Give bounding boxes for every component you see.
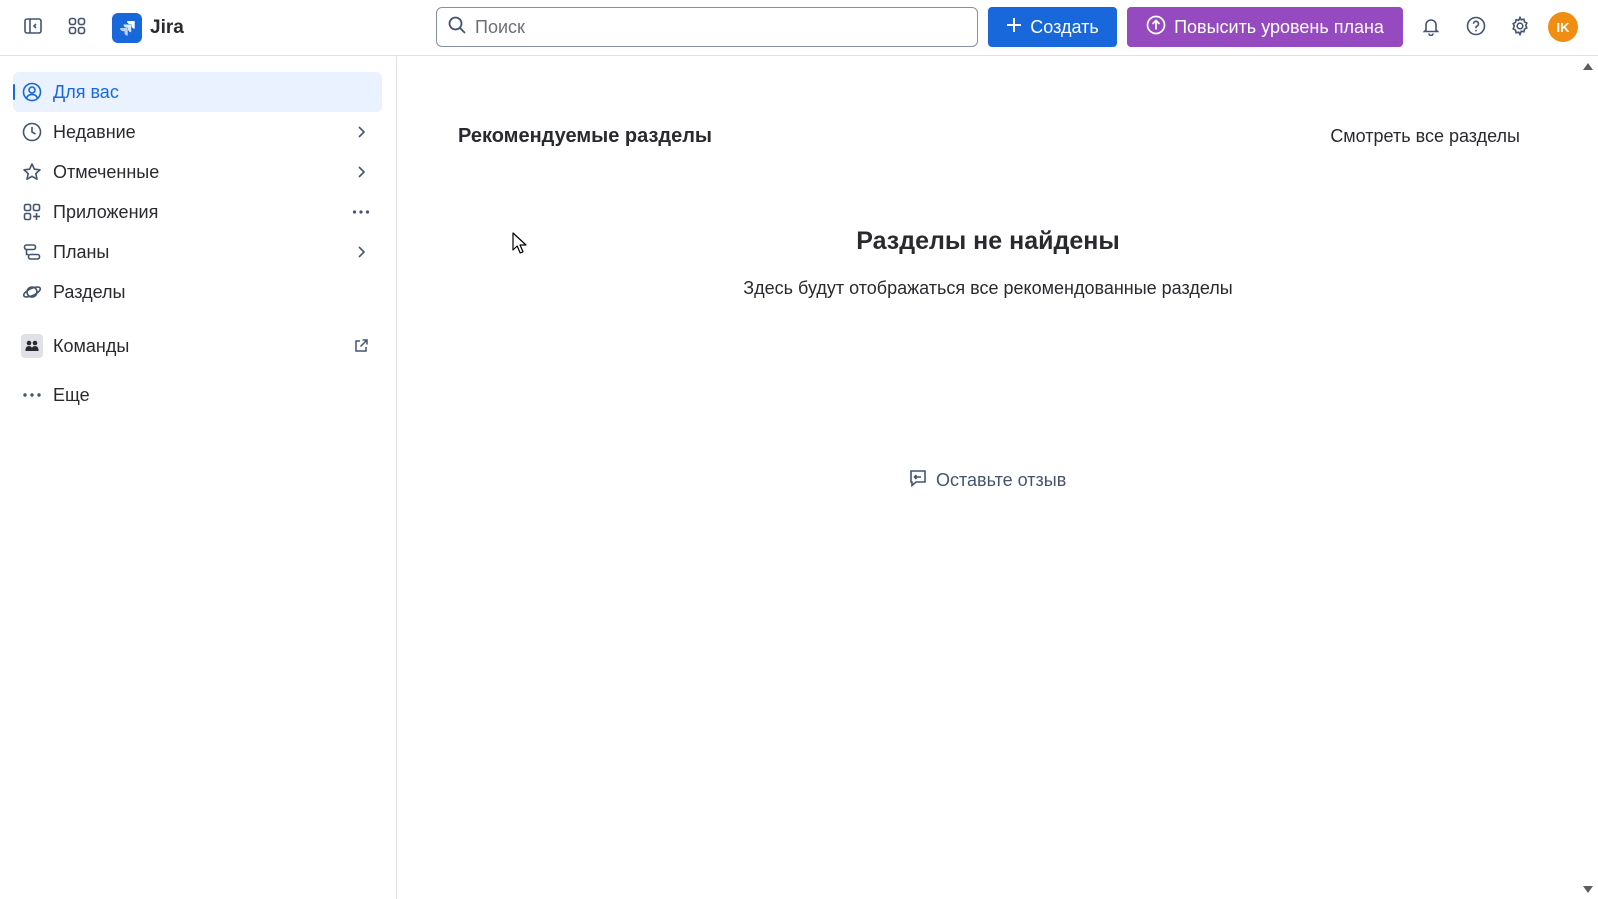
sidebar-item-apps[interactable]: Приложения xyxy=(13,192,382,232)
search-icon xyxy=(447,15,467,40)
chevron-right-icon[interactable] xyxy=(350,121,372,143)
sidebar-item-starred[interactable]: Отмеченные xyxy=(13,152,382,192)
chevron-right-icon[interactable] xyxy=(350,241,372,263)
sidebar: Для вас Недавние Отмеченные Приложения П… xyxy=(0,57,397,899)
scroll-up-arrow-icon[interactable] xyxy=(1583,63,1593,70)
user-circle-icon xyxy=(21,81,43,103)
scroll-down-arrow-icon[interactable] xyxy=(1583,886,1593,893)
search-box[interactable] xyxy=(436,7,978,47)
upgrade-plan-button[interactable]: Повысить уровень плана xyxy=(1127,7,1403,47)
apps-icon xyxy=(21,201,43,223)
sidebar-toggle-icon[interactable] xyxy=(17,10,49,42)
create-button-label: Создать xyxy=(1030,16,1099,37)
sidebar-item-for-you[interactable]: Для вас xyxy=(13,72,382,112)
notifications-bell-icon[interactable] xyxy=(1415,10,1447,42)
plans-icon xyxy=(21,241,43,263)
clock-icon xyxy=(21,121,43,143)
main-content: Рекомендуемые разделы Смотреть все разде… xyxy=(398,57,1578,899)
spaces-icon xyxy=(21,281,43,303)
sidebar-item-more[interactable]: Еще xyxy=(13,375,382,415)
star-icon xyxy=(21,161,43,183)
settings-gear-icon[interactable] xyxy=(1504,10,1536,42)
sidebar-item-label: Для вас xyxy=(53,82,119,102)
sidebar-item-teams[interactable]: Команды xyxy=(13,326,382,366)
section-title: Рекомендуемые разделы xyxy=(458,125,713,147)
sidebar-item-label: Разделы xyxy=(53,282,126,302)
sidebar-item-recent[interactable]: Недавние xyxy=(13,112,382,152)
sidebar-item-label: Приложения xyxy=(53,202,159,222)
more-icon xyxy=(21,384,43,406)
app-switcher-icon[interactable] xyxy=(61,10,93,42)
more-icon[interactable] xyxy=(350,201,372,223)
feedback-icon xyxy=(908,468,928,493)
feedback-button[interactable]: Оставьте отзыв xyxy=(908,465,1066,495)
sidebar-item-spaces[interactable]: Разделы xyxy=(13,272,382,312)
external-link-icon[interactable] xyxy=(350,335,372,357)
search-input[interactable] xyxy=(475,16,955,38)
sidebar-item-label: Планы xyxy=(53,242,110,262)
create-button[interactable]: Создать xyxy=(988,7,1117,47)
app-name: Jira xyxy=(150,17,184,38)
top-navigation: Jira Создать Повысить уровень плана IK xyxy=(0,0,1598,56)
upgrade-arrow-icon xyxy=(1146,15,1166,40)
vertical-scrollbar[interactable] xyxy=(1578,57,1598,899)
view-all-spaces-link[interactable]: Смотреть все разделы xyxy=(1330,126,1520,147)
plus-icon xyxy=(1006,17,1022,38)
mouse-cursor-icon xyxy=(512,232,528,261)
sidebar-item-plans[interactable]: Планы xyxy=(13,232,382,272)
chevron-right-icon[interactable] xyxy=(350,161,372,183)
user-avatar[interactable]: IK xyxy=(1548,12,1578,42)
jira-logo[interactable]: Jira xyxy=(112,12,184,44)
empty-state-subtitle: Здесь будут отображаться все рекомендова… xyxy=(743,278,1233,298)
sidebar-item-label: Недавние xyxy=(53,122,136,142)
sidebar-item-label: Отмеченные xyxy=(53,162,160,182)
sidebar-item-label: Команды xyxy=(53,336,130,356)
jira-logo-icon xyxy=(112,13,142,43)
help-icon[interactable] xyxy=(1460,10,1492,42)
sidebar-item-label: Еще xyxy=(53,385,90,405)
upgrade-plan-label: Повысить уровень плана xyxy=(1174,16,1384,37)
empty-state-title: Разделы не найдены xyxy=(856,227,1120,255)
feedback-label: Оставьте отзыв xyxy=(936,469,1067,490)
teams-icon xyxy=(21,334,43,358)
